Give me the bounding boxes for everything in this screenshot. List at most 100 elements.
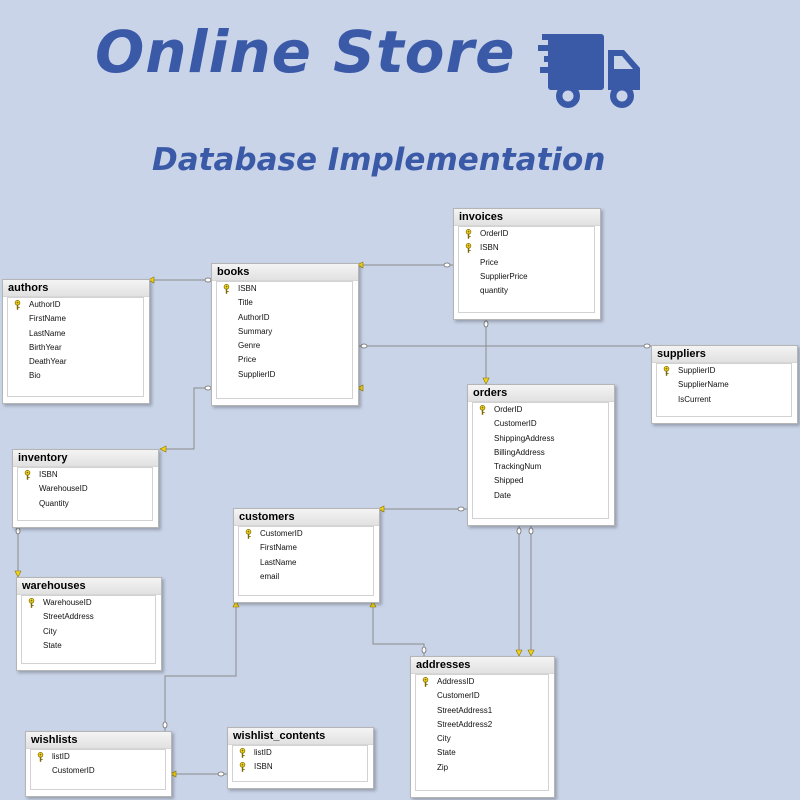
field[interactable]: WarehouseID [18,482,152,496]
field[interactable]: Title [217,296,352,310]
field-list: OrderID CustomerID ShippingAddress BillingA… [472,402,609,519]
field-name: ISBN [254,762,273,772]
key-icon [245,529,252,539]
field-name: Zip [437,762,449,772]
entity-authors[interactable]: authors AuthorID FirstName LastName BirthYea… [2,279,150,404]
key-icon [24,470,31,480]
field-name: SupplierID [678,366,716,375]
entity-name: customers [234,509,379,526]
primary-key-field[interactable]: CustomerID [239,527,373,541]
key-icon [663,366,670,376]
entity-name: inventory [13,450,158,467]
key-icon [239,762,246,773]
primary-key-field[interactable]: ISBN [459,241,594,255]
field-list: WarehouseID StreetAddress City State [21,595,156,664]
key-icon [223,284,230,294]
field-name: OrderID [480,229,509,238]
primary-key-field[interactable]: OrderID [459,227,594,241]
field[interactable]: quantity [459,284,594,298]
field-name: Genre [238,341,261,351]
field-name: FirstName [29,314,66,324]
field-name: quantity [480,286,509,296]
field[interactable]: Summary [217,325,352,339]
field[interactable]: Date [473,489,608,503]
field-list: CustomerID FirstName LastName email [238,526,374,596]
field[interactable]: SupplierID [217,368,352,382]
field[interactable]: Shipped [473,474,608,488]
field-name: AddressID [437,677,475,686]
field[interactable]: StreetAddress1 [416,704,548,718]
entity-inventory[interactable]: inventory ISBN WarehouseID Quantity [12,449,159,528]
field[interactable]: City [22,625,155,639]
field[interactable]: ShippingAddress [473,432,608,446]
primary-key-field[interactable]: ISBN [233,760,367,774]
entity-name: invoices [454,209,600,226]
entity-suppliers[interactable]: suppliers SupplierID SupplierName IsCurrent [651,345,798,424]
entity-name: wishlist_contents [228,728,373,745]
entity-name: addresses [411,657,554,674]
field[interactable]: LastName [8,327,143,341]
field[interactable]: City [416,732,548,746]
primary-key-field[interactable]: SupplierID [657,364,791,378]
field[interactable]: email [239,570,373,584]
field[interactable]: FirstName [8,312,143,326]
entity-books[interactable]: books ISBN Title AuthorID Summary Genre Price S… [211,263,359,406]
field-list: ISBN WarehouseID Quantity [17,467,153,521]
field-name: CustomerID [437,691,480,701]
key-icon [479,405,486,415]
primary-key-field[interactable]: AuthorID [8,298,143,312]
field-name: LastName [29,328,66,338]
field[interactable]: TrackingNum [473,460,608,474]
field[interactable]: SupplierPrice [459,270,594,284]
primary-key-field[interactable]: listID [31,750,165,764]
entity-warehouses[interactable]: warehouses WarehouseID StreetAddress City St… [16,577,162,671]
field[interactable]: Bio [8,369,143,383]
entity-customers[interactable]: customers CustomerID FirstName LastName emai… [233,508,380,603]
field[interactable]: AuthorID [217,311,352,325]
field[interactable]: IsCurrent [657,393,791,407]
field-name: CustomerID [494,419,537,429]
entity-wishlist_contents[interactable]: wishlist_contents listID ISBN [227,727,374,789]
field[interactable]: LastName [239,556,373,570]
field-name: ISBN [480,243,499,253]
field[interactable]: Price [459,256,594,270]
field-name: IsCurrent [678,394,711,404]
field[interactable]: Zip [416,761,548,775]
field[interactable]: BirthYear [8,341,143,355]
field[interactable]: Genre [217,339,352,353]
field[interactable]: Price [217,353,352,367]
field[interactable]: StreetAddress [22,610,155,624]
field-name: State [43,640,62,650]
entity-addresses[interactable]: addresses AddressID CustomerID StreetAddres… [410,656,555,798]
field[interactable]: SupplierName [657,378,791,392]
field-name: OrderID [494,405,523,414]
entity-wishlists[interactable]: wishlists listID CustomerID [25,731,172,797]
entity-invoices[interactable]: invoices OrderID ISBN Price SupplierPrice qua… [453,208,601,320]
primary-key-field[interactable]: AddressID [416,675,548,689]
primary-key-field[interactable]: OrderID [473,403,608,417]
field[interactable]: DeathYear [8,355,143,369]
field[interactable]: CustomerID [416,689,548,703]
field[interactable]: Quantity [18,497,152,511]
field-name: ShippingAddress [494,433,555,443]
field[interactable]: CustomerID [31,764,165,778]
field-name: City [43,626,57,636]
field[interactable]: CustomerID [473,417,608,431]
field-name: DeathYear [29,357,67,367]
primary-key-field[interactable]: listID [233,746,367,760]
field[interactable]: FirstName [239,541,373,555]
primary-key-field[interactable]: WarehouseID [22,596,155,610]
field-name: Shipped [494,476,524,486]
field-name: LastName [260,557,297,567]
field-name: Bio [29,371,41,381]
field[interactable]: StreetAddress2 [416,718,548,732]
field[interactable]: State [22,639,155,653]
entity-orders[interactable]: orders OrderID CustomerID ShippingAddress Bi… [467,384,615,526]
field-name: BillingAddress [494,447,545,457]
primary-key-field[interactable]: ISBN [18,468,152,482]
field[interactable]: BillingAddress [473,446,608,460]
field[interactable]: State [416,746,548,760]
primary-key-field[interactable]: ISBN [217,282,352,296]
field-name: StreetAddress2 [437,719,493,729]
key-icon [422,677,429,687]
